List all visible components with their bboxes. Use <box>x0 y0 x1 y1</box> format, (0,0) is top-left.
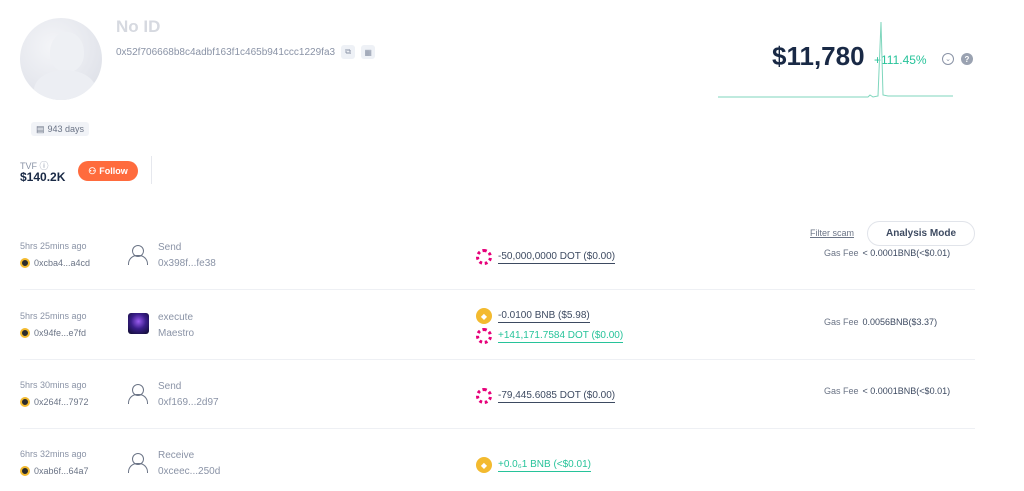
bnb-chain-icon <box>20 466 30 476</box>
bnb-chain-icon <box>20 328 30 338</box>
person-icon <box>128 384 148 404</box>
person-icon <box>128 245 148 265</box>
bnb-icon: ◆ <box>476 308 492 324</box>
wallet-address-row: 0x52f706668b8c4adbf163f1c465b941ccc1229f… <box>116 45 376 59</box>
follow-label: Follow <box>99 166 128 176</box>
tx-time: 5hrs 30mins ago <box>20 380 87 390</box>
tx-peer[interactable]: 0xceec...250d <box>158 466 220 477</box>
token-change[interactable]: -79,445.6085 DOT ($0.00) <box>476 388 616 404</box>
portfolio-sparkline <box>718 21 953 98</box>
avatar-head-shape <box>50 32 84 72</box>
gas-fee-label: Gas Fee <box>824 386 859 396</box>
row-divider <box>20 359 975 360</box>
person-icon <box>128 453 148 473</box>
tx-method: execute <box>158 312 194 323</box>
row-divider <box>20 428 975 429</box>
token-change[interactable]: ◆ -0.0100 BNB ($5.98) <box>476 308 590 324</box>
gas-fee-value: < 0.0001BNB(<$0.01) <box>862 386 951 396</box>
avatar-body-shape <box>34 70 96 100</box>
token-amount: +141,171.7584 DOT ($0.00) <box>498 329 624 343</box>
maestro-logo-icon <box>128 313 149 334</box>
token-amount: +0.0₆1 BNB (<$0.01) <box>498 458 591 472</box>
follow-button[interactable]: ⚇ Follow <box>78 161 138 181</box>
tx-chain-address-text: 0x94fe...e7fd <box>34 328 87 338</box>
bnb-chain-icon <box>20 258 30 268</box>
qr-icon[interactable]: ▦ <box>361 45 376 59</box>
row-divider <box>20 289 975 290</box>
analysis-mode-button[interactable]: Analysis Mode <box>867 221 975 246</box>
token-change[interactable]: +141,171.7584 DOT ($0.00) <box>476 328 624 344</box>
tx-chain-address[interactable]: 0x94fe...e7fd <box>20 328 86 338</box>
wallet-address: 0x52f706668b8c4adbf163f1c465b941ccc1229f… <box>116 46 336 58</box>
gas-fee-value: < 0.0001BNB(<$0.01) <box>862 248 951 258</box>
gas-fee-value: 0.0056BNB($3.37) <box>862 317 938 327</box>
tx-chain-address-text: 0x264f...7972 <box>34 397 89 407</box>
dot-icon <box>476 328 492 344</box>
tx-chain-address[interactable]: 0xcba4...a4cd <box>20 258 90 268</box>
account-age-badge: ▤ 943 days <box>31 122 90 136</box>
dot-icon <box>476 388 492 404</box>
tx-peer[interactable]: 0x398f...fe38 <box>158 258 216 269</box>
filter-scam-link[interactable]: Filter scam <box>810 228 854 238</box>
bnb-icon: ◆ <box>476 457 492 473</box>
bnb-chain-icon <box>20 397 30 407</box>
divider <box>151 156 152 184</box>
tx-chain-address[interactable]: 0xab6f...64a7 <box>20 466 89 476</box>
tx-time: 6hrs 32mins ago <box>20 449 87 459</box>
dot-icon <box>476 249 492 265</box>
copy-icon[interactable]: ⧉ <box>341 45 356 59</box>
gas-fee: Gas Fee < 0.0001BNB(<$0.01) <box>824 386 950 396</box>
token-amount: -50,000,0000 DOT ($0.00) <box>498 250 616 264</box>
gas-fee: Gas Fee 0.0056BNB($3.37) <box>824 317 937 327</box>
calendar-icon: ▤ <box>36 123 45 134</box>
tx-time: 5hrs 25mins ago <box>20 311 87 321</box>
tvf-value: $140.2K <box>20 170 66 184</box>
token-change[interactable]: ◆ +0.0₆1 BNB (<$0.01) <box>476 457 591 473</box>
help-icon[interactable]: ? <box>961 53 973 65</box>
tx-chain-address[interactable]: 0x264f...7972 <box>20 397 89 407</box>
token-amount: -0.0100 BNB ($5.98) <box>498 309 590 323</box>
tx-method: Send <box>158 381 182 392</box>
gas-fee-label: Gas Fee <box>824 248 859 258</box>
avatar <box>20 18 102 100</box>
token-change[interactable]: -50,000,0000 DOT ($0.00) <box>476 249 616 265</box>
tx-method: Send <box>158 242 182 253</box>
tx-chain-address-text: 0xab6f...64a7 <box>34 466 89 476</box>
tx-peer[interactable]: 0xf169...2d97 <box>158 397 219 408</box>
profile-name: No ID <box>116 17 161 36</box>
account-age: 943 days <box>47 124 85 134</box>
gas-fee-label: Gas Fee <box>824 317 859 327</box>
tx-peer[interactable]: Maestro <box>158 328 194 339</box>
tx-time: 5hrs 25mins ago <box>20 241 87 251</box>
gas-fee: Gas Fee < 0.0001BNB(<$0.01) <box>824 248 950 258</box>
tx-chain-address-text: 0xcba4...a4cd <box>34 258 91 268</box>
tx-method: Receive <box>158 450 195 461</box>
person-icon: ⚇ <box>88 165 97 176</box>
token-amount: -79,445.6085 DOT ($0.00) <box>498 389 616 403</box>
